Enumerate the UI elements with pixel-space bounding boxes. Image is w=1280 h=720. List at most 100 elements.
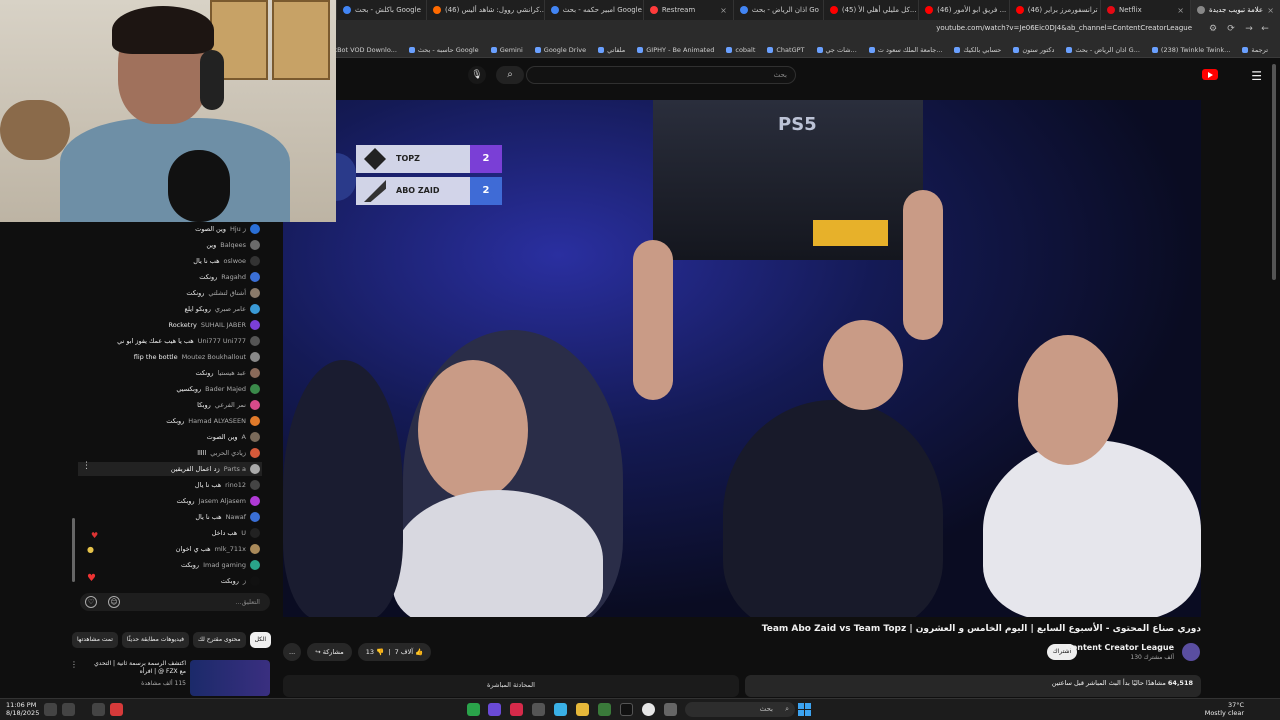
chat-author[interactable]: Balqees: [220, 241, 246, 249]
bookmark-item[interactable]: KickBot VOD Downlo...: [336, 46, 397, 54]
description-box[interactable]: 64,518 مشاهدًا حاليًا بدأ البث المباشر ق…: [745, 675, 1201, 697]
browser-tab[interactable]: (46) كرانشي روول: شاهد أليس...×: [425, 0, 544, 20]
taskbar-app-icon[interactable]: [598, 703, 611, 716]
chat-author[interactable]: Ragahd: [221, 273, 246, 281]
chat-avatar[interactable]: [250, 320, 260, 330]
chat-avatar[interactable]: [250, 464, 260, 474]
recommended-thumbnail[interactable]: [190, 660, 270, 696]
weather-widget[interactable]: 37°C Mostly clear: [1205, 701, 1244, 717]
browser-tab[interactable]: باكلش - بحث Google×: [336, 0, 426, 20]
chat-avatar[interactable]: [250, 544, 260, 554]
browser-tab[interactable]: (45) كل مليلي أهلي الأ...×: [822, 0, 918, 20]
chip-watched[interactable]: تمت مشاهدتها: [71, 632, 118, 648]
chat-author[interactable]: أشتاق لتشلتي: [208, 289, 246, 297]
bookmark-item[interactable]: Google Drive: [534, 46, 586, 54]
chat-author[interactable]: Uni777 Uni777: [198, 337, 246, 345]
clock[interactable]: 11:06 PM 8/18/2025: [6, 701, 39, 717]
chat-message[interactable]: Hju ز وين الصوت: [195, 222, 260, 236]
chat-avatar[interactable]: [250, 240, 260, 250]
bookmark-item[interactable]: جامعة الملك سعود ت...: [868, 46, 942, 54]
bookmark-item[interactable]: شات جي...: [816, 46, 857, 54]
more-actions-button[interactable]: ...: [283, 643, 302, 661]
chat-input[interactable]: التعليق... ♡ ☺: [80, 593, 270, 611]
mic-icon[interactable]: 🎙: [468, 66, 486, 84]
back-icon[interactable]: ←: [1258, 24, 1272, 34]
taskbar-app-icon[interactable]: [510, 703, 523, 716]
chat-avatar[interactable]: [250, 368, 260, 378]
chat-message[interactable]: U هب داخل: [212, 526, 260, 540]
bookmark-item[interactable]: cobalt: [726, 46, 755, 54]
chat-message[interactable]: عبد هيستيا رونكت: [196, 366, 260, 380]
chip-recent[interactable]: فيديوهات مطابقة حديثًا: [121, 632, 189, 648]
browser-tab[interactable]: Restream ×: [642, 0, 733, 20]
reload-icon[interactable]: ⟳: [1224, 24, 1238, 34]
close-icon[interactable]: ×: [1267, 6, 1274, 15]
chat-avatar[interactable]: [250, 352, 260, 362]
browser-tab[interactable]: (46) ترانسفورمرز براير×: [1008, 0, 1100, 20]
chat-author[interactable]: oslwoe: [224, 257, 246, 265]
browser-tab[interactable]: اذان الرياض - بحث Go×: [732, 0, 823, 20]
chat-avatar[interactable]: [250, 512, 260, 522]
chat-message[interactable]: SUHAIL JABER Rocketry: [168, 318, 260, 332]
bookmark-item[interactable]: دكتور ستون: [1013, 46, 1054, 54]
chat-message[interactable]: زيادي الحربي ااااا: [197, 446, 260, 460]
chat-message[interactable]: Parts a زد اعمال الفريقين: [78, 462, 262, 476]
taskbar-app-icon[interactable]: [467, 703, 480, 716]
chat-message[interactable]: أشتاق لتشلتي رونكت: [186, 286, 260, 300]
taskbar-app-icon[interactable]: [664, 703, 677, 716]
chat-author[interactable]: Hamad ALYASEEN: [188, 417, 246, 425]
bookmark-item[interactable]: ChatGPT: [767, 46, 805, 54]
tray-app-icon[interactable]: [110, 703, 123, 716]
forward-icon[interactable]: →: [1242, 24, 1256, 34]
menu-icon[interactable]: ☰: [1251, 69, 1262, 83]
chat-author[interactable]: SUHAIL JABER: [201, 321, 246, 329]
chat-avatar[interactable]: [250, 496, 260, 506]
chat-avatar[interactable]: [250, 304, 260, 314]
tune-icon[interactable]: ⚙: [1206, 24, 1220, 34]
chat-message[interactable]: عامر صبري روبكو ايلع: [185, 302, 260, 316]
chat-author[interactable]: نمر الفرعي: [215, 401, 246, 409]
chat-author[interactable]: زيادي الحربي: [210, 449, 246, 457]
emoji-icon[interactable]: ☺: [108, 596, 120, 608]
bookmark-item[interactable]: Gemini: [490, 46, 523, 54]
browser-tab[interactable]: (46) فريق ابو الأمور ...×: [918, 0, 1009, 20]
chat-message[interactable]: Nawaf هب نا يال: [195, 510, 260, 524]
taskbar-search[interactable]: بحث ⌕: [685, 702, 795, 717]
tray-icon[interactable]: [62, 703, 75, 716]
chat-avatar[interactable]: [250, 272, 260, 282]
like-icon[interactable]: 👍: [415, 648, 423, 656]
chat-message[interactable]: Jasem Aljasem روبكت: [176, 494, 260, 508]
more-icon[interactable]: ⋮: [70, 660, 78, 669]
share-button[interactable]: ↪ مشاركة: [307, 643, 352, 661]
chat-avatar[interactable]: [250, 480, 260, 490]
bookmark-item[interactable]: حاسبه - بحث Google: [408, 46, 479, 54]
chat-scrollbar[interactable]: [72, 518, 75, 582]
chat-message[interactable]: Ragahd رونكت: [199, 270, 260, 284]
chat-message[interactable]: A وين الصوت: [207, 430, 260, 444]
chat-author[interactable]: Jasem Aljasem: [199, 497, 246, 505]
chat-author[interactable]: mlk_711x: [215, 545, 246, 553]
search-icon[interactable]: ⌕: [496, 66, 524, 84]
search-input[interactable]: بحث: [526, 66, 796, 84]
bookmark-item[interactable]: ملفاتي: [598, 46, 625, 54]
bookmark-item[interactable]: ترجمة: [1242, 46, 1268, 54]
chat-message[interactable]: ز روبكت: [221, 574, 260, 586]
recommended-title[interactable]: اكتشف الرسمة برسمة ثانية | التحدي مع FZX…: [86, 660, 186, 676]
chat-avatar[interactable]: [250, 576, 260, 586]
channel-name[interactable]: Content Creator League: [1066, 643, 1174, 652]
chat-message[interactable]: oslwoe هب نا يال: [193, 254, 260, 268]
heart-icon[interactable]: ♡: [85, 596, 97, 608]
chat-author[interactable]: A: [242, 433, 246, 441]
tray-icon[interactable]: [44, 703, 57, 716]
chat-avatar[interactable]: [250, 224, 260, 234]
bookmark-item[interactable]: GIPHY - Be Animated: [637, 46, 714, 54]
chat-avatar[interactable]: [250, 432, 260, 442]
youtube-logo[interactable]: [1202, 67, 1236, 81]
chat-author[interactable]: rino12: [225, 481, 246, 489]
chat-message[interactable]: نمر الفرعي روبكا: [197, 398, 260, 412]
chat-message[interactable]: Imad gaming روبكت: [181, 558, 260, 572]
chat-avatar[interactable]: [250, 448, 260, 458]
chat-author[interactable]: Hju ز: [230, 225, 246, 233]
bookmark-item[interactable]: اذان الرياض - بحث G...: [1066, 46, 1140, 54]
url-field[interactable]: youtube.com/watch?v=Je06Eic0DJ4&ab_chann…: [376, 24, 1200, 38]
